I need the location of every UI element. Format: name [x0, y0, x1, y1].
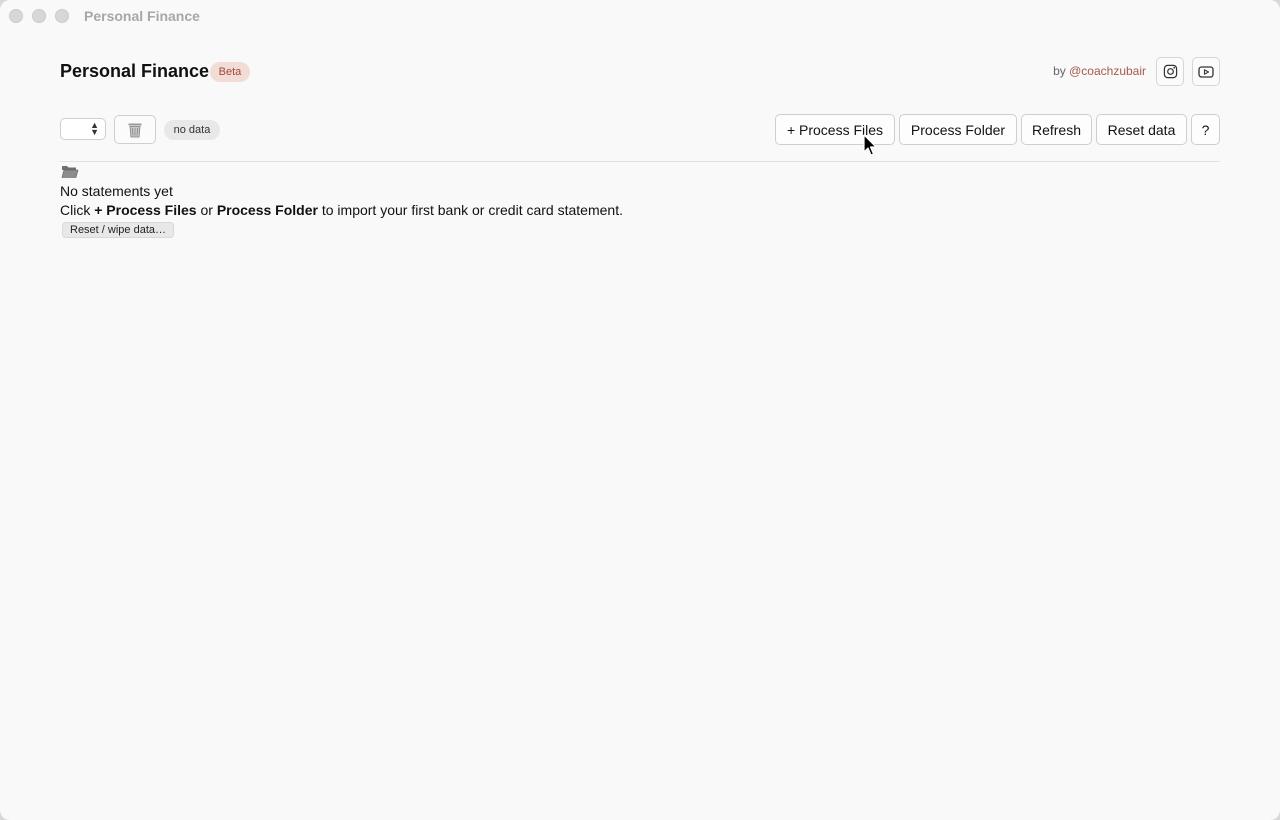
divider [60, 161, 1220, 162]
maximize-window-button[interactable] [55, 9, 69, 23]
chevron-up-down-icon: ▲ ▼ [90, 120, 99, 137]
desc-text: or [196, 202, 217, 218]
page-title: Personal Finance [60, 61, 210, 81]
reset-wipe-button[interactable]: Reset / wipe data… [62, 222, 174, 238]
desc-text: Click [60, 202, 95, 218]
statement-select[interactable]: ▲ ▼ [60, 118, 106, 140]
youtube-icon [1198, 65, 1214, 78]
instagram-icon [1163, 64, 1177, 79]
reset-data-button[interactable]: Reset data [1096, 114, 1187, 145]
desc-text: to import your first bank or credit card… [317, 202, 623, 218]
desc-bold-process-files: + Process Files [94, 202, 197, 218]
close-window-button[interactable] [9, 9, 23, 23]
beta-badge: Beta [210, 62, 250, 82]
refresh-button[interactable]: Refresh [1021, 114, 1092, 145]
desc-bold-process-folder: Process Folder [216, 202, 318, 218]
help-button[interactable]: ? [1191, 114, 1220, 145]
empty-state-description: Click + Process Files or Process Folder … [60, 202, 623, 218]
window-title: Personal Finance [84, 8, 200, 24]
folder-open-icon [61, 166, 79, 178]
app-window: Personal Finance Personal Finance Beta b… [0, 0, 1280, 820]
minimize-window-button[interactable] [32, 9, 46, 23]
delete-button[interactable] [114, 115, 156, 144]
youtube-button[interactable] [1192, 57, 1220, 86]
by-prefix: by [1053, 64, 1066, 78]
status-badge: no data [164, 120, 220, 140]
author-link[interactable]: @coachzubair [1069, 64, 1146, 78]
process-folder-button[interactable]: Process Folder [899, 114, 1017, 145]
title-bar: Personal Finance [0, 0, 1280, 32]
mouse-cursor-icon [863, 134, 877, 156]
trash-icon [128, 123, 142, 137]
instagram-button[interactable] [1156, 57, 1184, 86]
empty-state-title: No statements yet [60, 183, 173, 199]
author-credit: by @coachzubair [1053, 64, 1146, 78]
